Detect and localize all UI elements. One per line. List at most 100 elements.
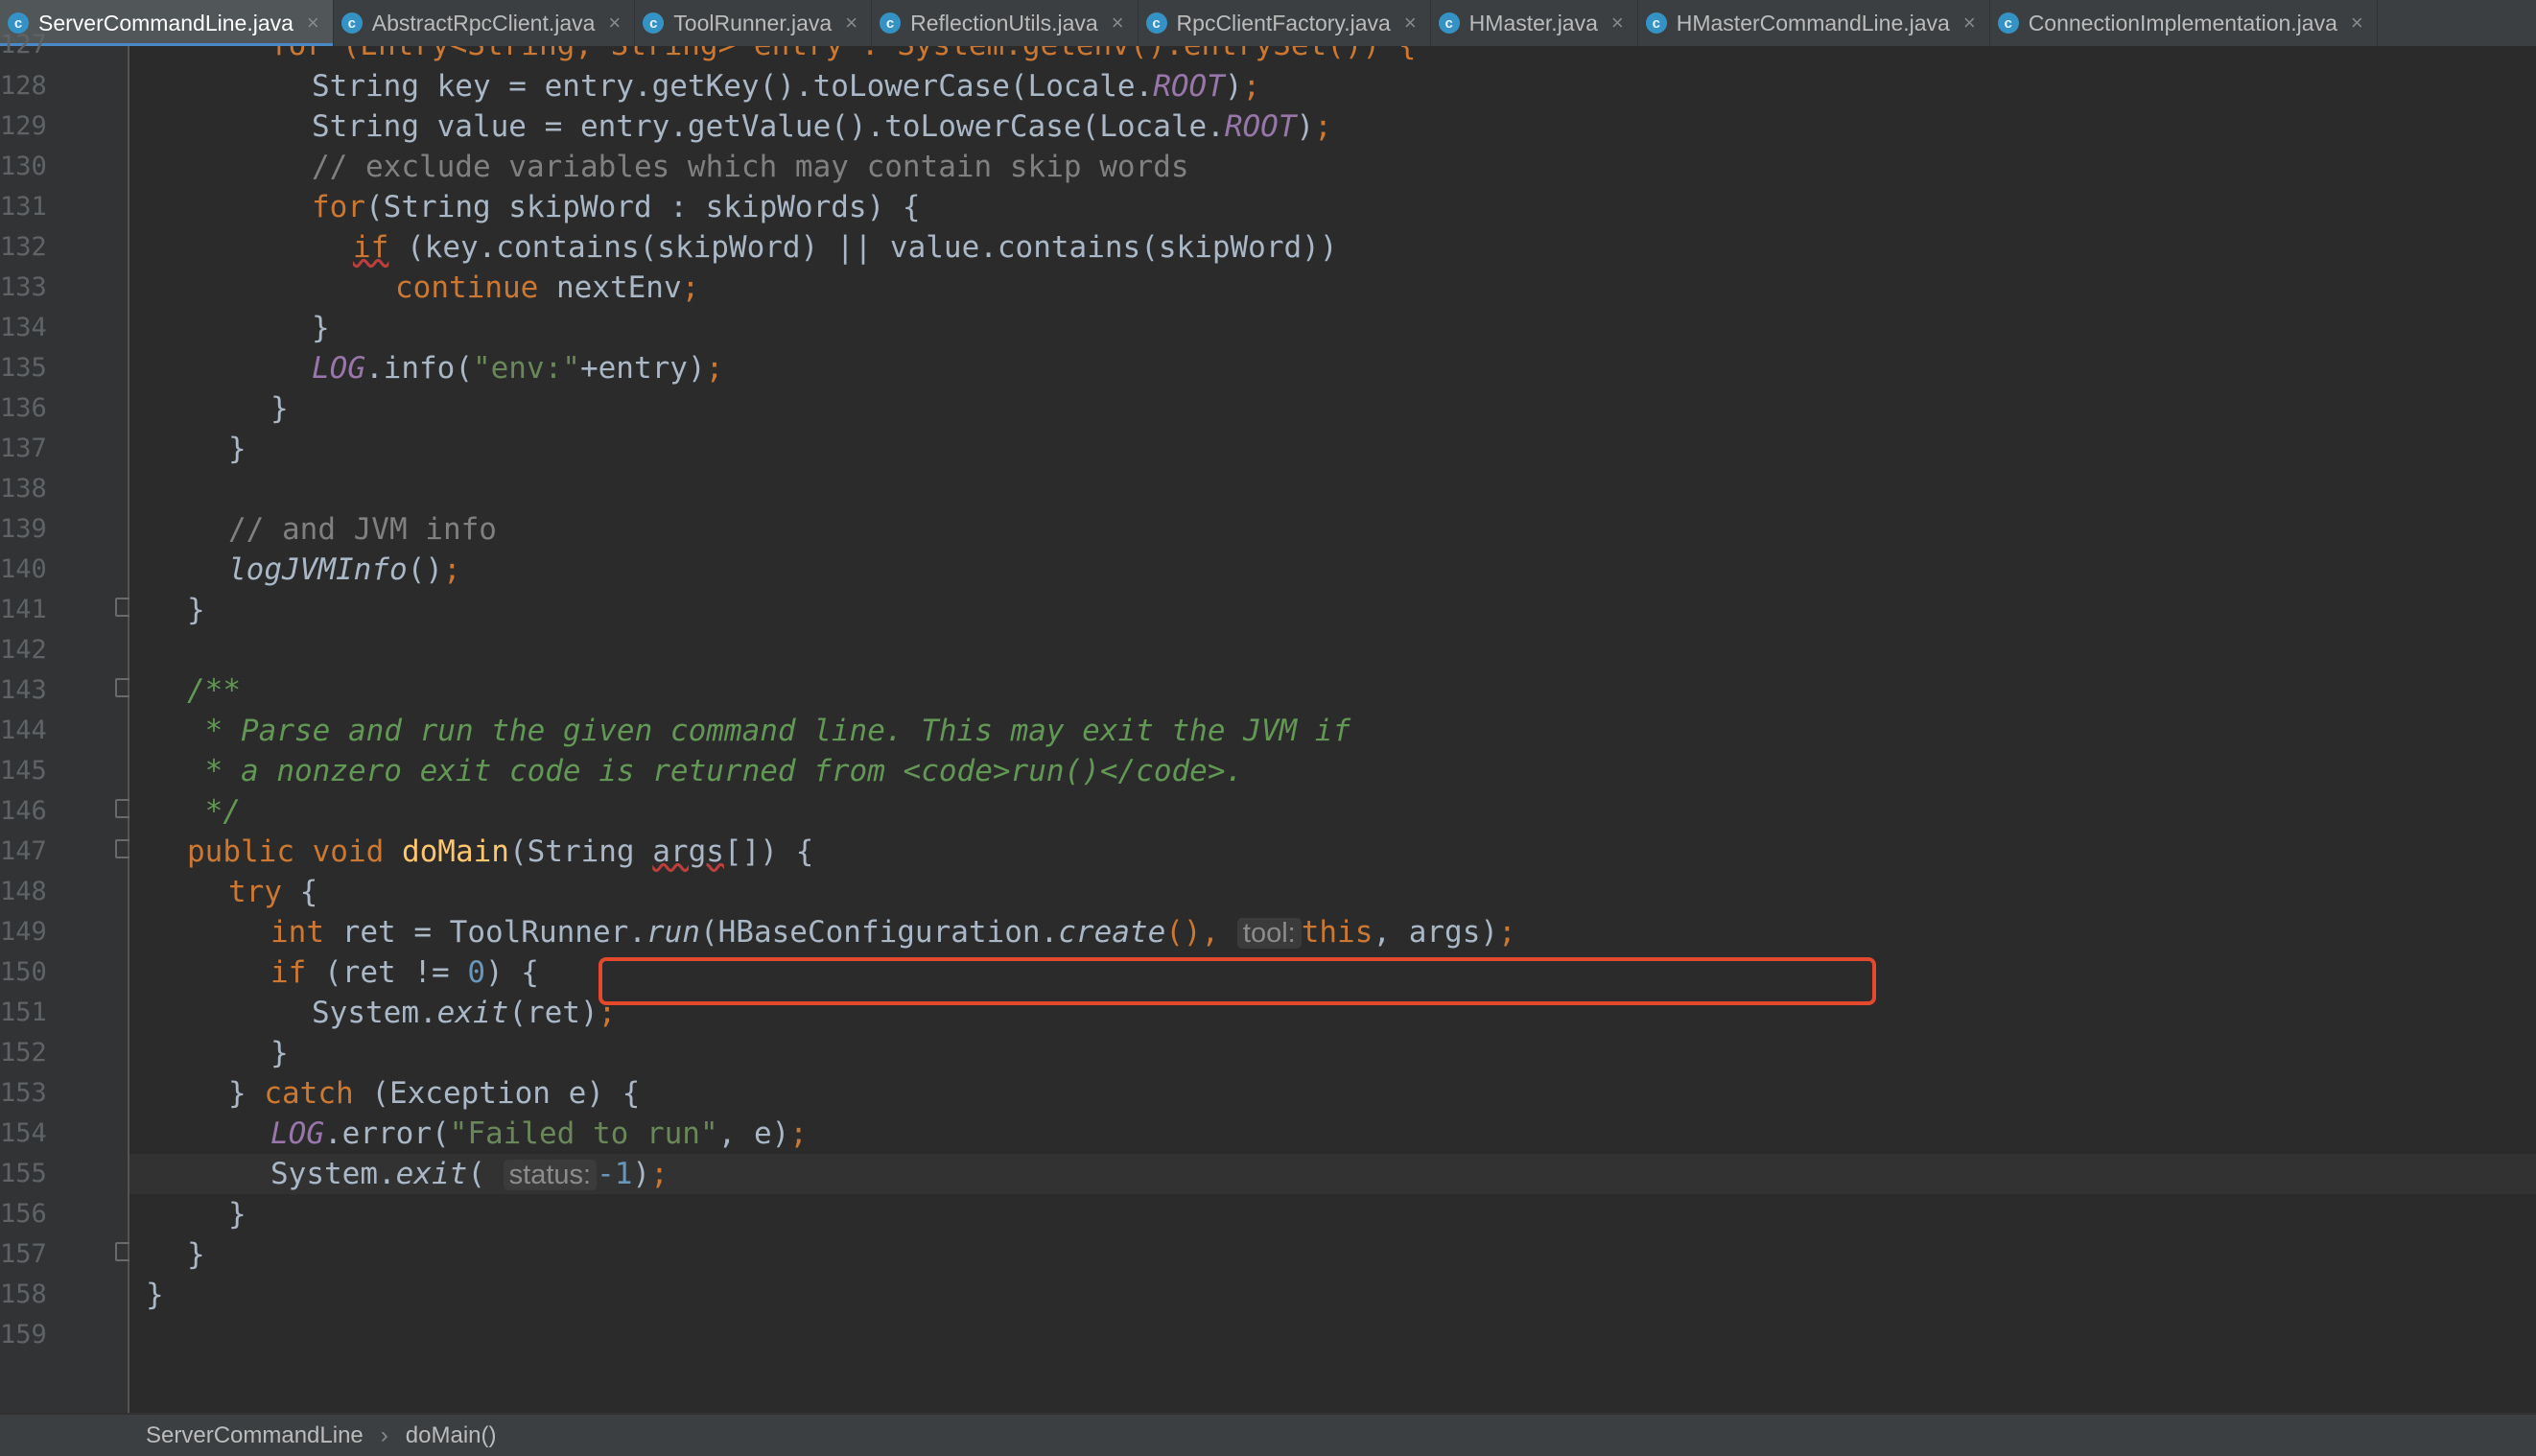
java-class-icon: c [1997, 12, 2019, 34]
breadcrumb-method[interactable]: doMain() [406, 1422, 497, 1449]
line-number: 133 [0, 272, 47, 302]
code-line: logJVMInfo(); [228, 552, 461, 587]
code-line: } [146, 1278, 164, 1312]
close-tab-icon[interactable]: × [608, 11, 621, 35]
current-code-line: System.exit( status: -1); [129, 1154, 2536, 1194]
line-number: 140 [0, 554, 47, 584]
code-line: // and JVM info [228, 512, 497, 547]
code-line: continue nextEnv; [395, 270, 700, 305]
tab-hmastercommandline[interactable]: c HMasterCommandLine.java × [1638, 0, 1990, 46]
line-number: 144 [0, 716, 47, 745]
close-tab-icon[interactable]: × [1112, 11, 1124, 35]
line-number: 130 [0, 152, 47, 181]
tab-rpcclientfactory[interactable]: c RpcClientFactory.java × [1139, 0, 1431, 46]
line-number: 149 [0, 917, 47, 947]
close-tab-icon[interactable]: × [1404, 11, 1417, 35]
line-number: 143 [0, 675, 47, 705]
java-class-icon: c [880, 12, 902, 34]
line-number: 147 [0, 836, 47, 866]
line-number: 132 [0, 232, 47, 262]
java-class-icon: c [1145, 12, 1167, 34]
code-line: public void doMain(String args[]) { [187, 834, 814, 869]
code-line: /** [187, 673, 241, 708]
code-line: // exclude variables which may contain s… [312, 150, 1189, 184]
line-number: 137 [0, 434, 47, 463]
code-line: for (Entry<String, String> entry : Syste… [129, 46, 2536, 65]
line-number: 135 [0, 353, 47, 383]
breadcrumb-separator-icon: › [380, 1421, 388, 1448]
java-class-icon: c [1645, 12, 1667, 34]
java-class-icon: c [1438, 12, 1460, 34]
code-line: } [228, 432, 247, 466]
tab-label: ConnectionImplementation.java [2028, 10, 2337, 35]
editor-tab-bar: c ServerCommandLine.java × c AbstractRpc… [0, 0, 2536, 48]
tab-hmaster[interactable]: c HMaster.java × [1431, 0, 1638, 46]
close-tab-icon[interactable]: × [1611, 11, 1624, 35]
close-tab-icon[interactable]: × [307, 11, 319, 35]
tab-label: AbstractRpcClient.java [371, 10, 596, 35]
line-number: 131 [0, 192, 47, 222]
tab-label: ToolRunner.java [673, 10, 833, 35]
tab-label: HMasterCommandLine.java [1676, 10, 1950, 35]
code-editor[interactable]: for (Entry<String, String> entry : Syste… [129, 46, 2536, 1413]
highlight-annotation-box [599, 957, 1876, 1005]
code-line: LOG.error("Failed to run", e); [270, 1116, 808, 1151]
line-number-gutter[interactable]: 127 128 129 130 131 132 133 134 135 136 … [0, 30, 134, 1413]
code-line: } [228, 1197, 247, 1232]
tab-label: RpcClientFactory.java [1176, 10, 1391, 35]
code-line: } [187, 593, 205, 627]
code-line: */ [187, 794, 241, 829]
java-class-icon: c [340, 12, 363, 34]
tab-connectionimplementation[interactable]: c ConnectionImplementation.java × [1990, 0, 2378, 46]
code-line: try { [228, 875, 318, 909]
code-line: for(String skipWord : skipWords) { [312, 190, 921, 224]
code-line: } catch (Exception e) { [228, 1076, 641, 1111]
line-number: 142 [0, 635, 47, 665]
close-tab-icon[interactable]: × [845, 11, 857, 35]
code-line: * Parse and run the given command line. … [187, 714, 1351, 748]
code-line: } [312, 311, 330, 345]
line-number: 151 [0, 998, 47, 1027]
tab-label: ServerCommandLine.java [38, 10, 294, 35]
breadcrumb-class[interactable]: ServerCommandLine [146, 1422, 364, 1449]
line-number: 159 [0, 1320, 47, 1350]
tab-abstractrpcclient[interactable]: c AbstractRpcClient.java × [334, 0, 636, 46]
line-number: 128 [0, 71, 47, 101]
line-number: 153 [0, 1078, 47, 1108]
line-number: 136 [0, 393, 47, 423]
code-line: } [187, 1237, 205, 1272]
line-number: 146 [0, 796, 47, 826]
code-line: int ret = ToolRunner.run(HBaseConfigurat… [270, 915, 1516, 950]
code-line: String key = entry.getKey().toLowerCase(… [312, 69, 1261, 104]
line-number: 150 [0, 957, 47, 987]
line-number: 154 [0, 1118, 47, 1148]
code-line: } [270, 1036, 289, 1070]
line-number: 155 [0, 1159, 47, 1188]
code-line: if (key.contains(skipWord) || value.cont… [353, 230, 1338, 265]
line-number: 127 [0, 30, 47, 59]
line-number: 156 [0, 1199, 47, 1229]
line-number: 141 [0, 595, 47, 624]
line-number: 145 [0, 756, 47, 786]
tab-reflectionutils[interactable]: c ReflectionUtils.java × [872, 0, 1139, 46]
line-number: 148 [0, 877, 47, 906]
code-line: String value = entry.getValue().toLowerC… [312, 109, 1332, 144]
line-number: 152 [0, 1038, 47, 1068]
line-number: 129 [0, 111, 47, 141]
line-number: 134 [0, 313, 47, 342]
java-class-icon: c [643, 12, 665, 34]
code-line: LOG.info("env:"+entry); [312, 351, 724, 386]
code-line: * a nonzero exit code is returned from <… [187, 754, 1244, 788]
close-tab-icon[interactable]: × [2351, 11, 2363, 35]
parameter-hint: tool: [1236, 918, 1302, 949]
parameter-hint: status: [503, 1160, 598, 1190]
breadcrumb: ServerCommandLine › doMain() [0, 1413, 2536, 1456]
line-number: 139 [0, 514, 47, 544]
line-number: 158 [0, 1280, 47, 1309]
tab-toolrunner[interactable]: c ToolRunner.java × [635, 0, 873, 46]
line-number: 138 [0, 474, 47, 504]
tab-label: HMaster.java [1468, 10, 1598, 35]
code-line: } [270, 391, 289, 426]
close-tab-icon[interactable]: × [1963, 11, 1976, 35]
tab-label: ReflectionUtils.java [910, 10, 1098, 35]
